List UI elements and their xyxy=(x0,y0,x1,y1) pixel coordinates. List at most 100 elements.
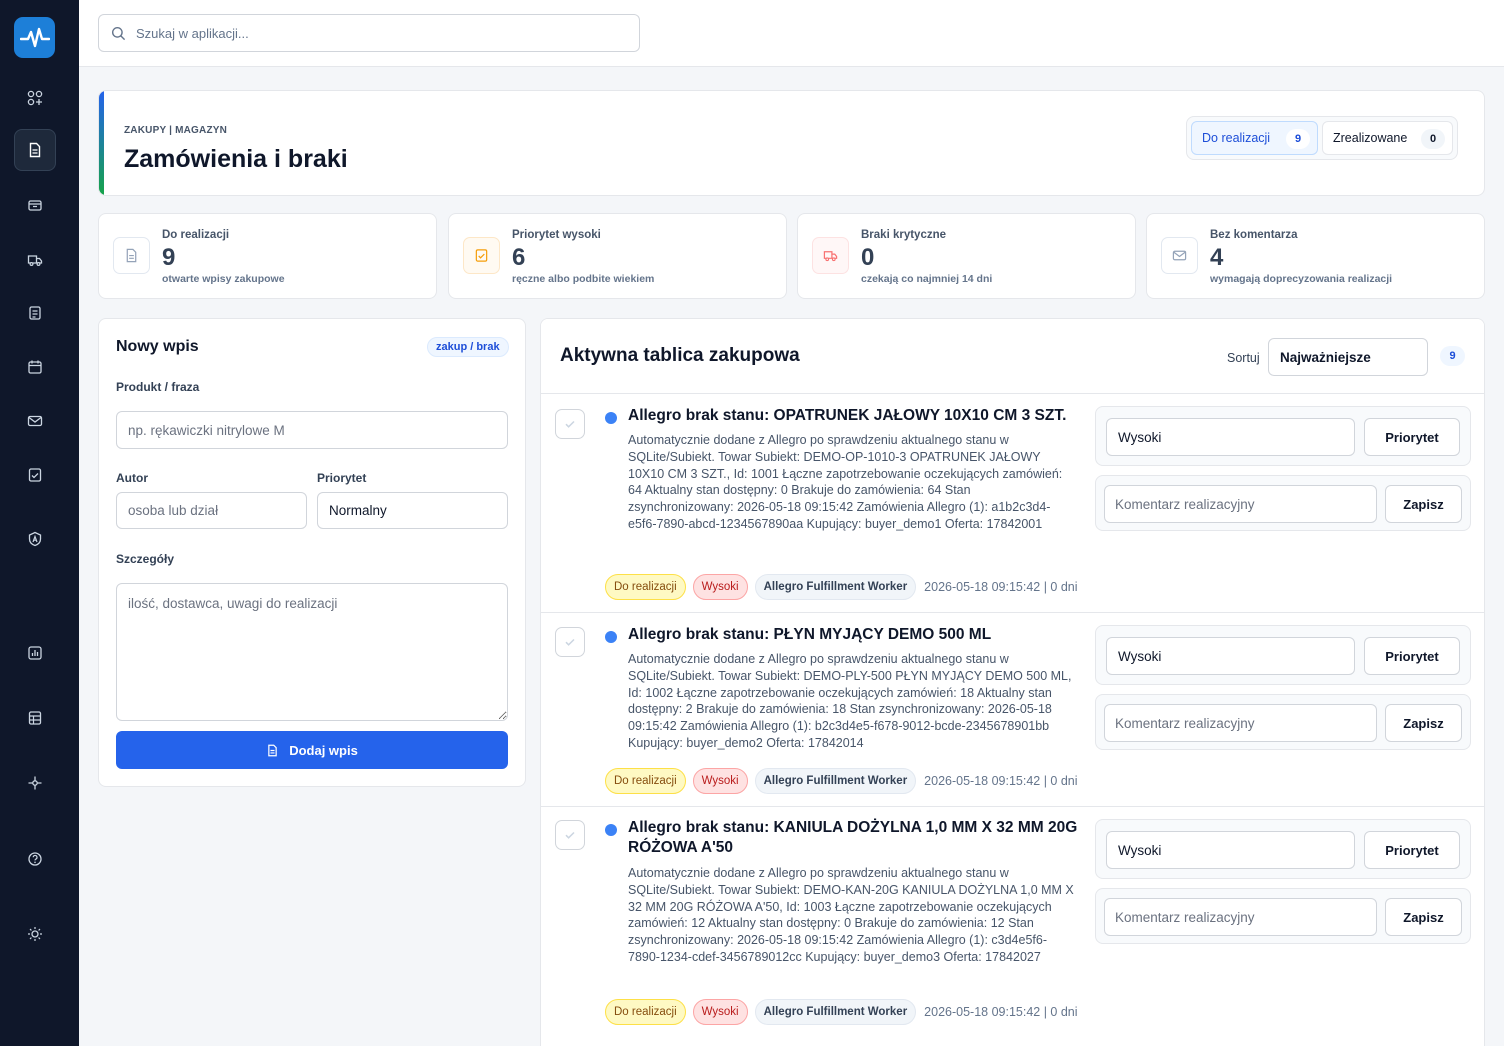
set-priority-button[interactable]: Priorytet xyxy=(1364,637,1460,675)
priority-badge: Wysoki xyxy=(692,768,748,794)
comment-input[interactable] xyxy=(1104,704,1377,742)
search-input[interactable] xyxy=(136,25,616,41)
tab-done[interactable]: Zrealizowane 0 xyxy=(1322,121,1453,155)
sidebar-item-table[interactable] xyxy=(14,697,56,739)
worker-badge: Allegro Fulfillment Worker xyxy=(754,999,917,1025)
add-entry-button[interactable]: Dodaj wpis xyxy=(116,731,508,769)
stat-value: 9 xyxy=(162,244,176,271)
app-logo[interactable] xyxy=(14,17,55,58)
stat-value: 0 xyxy=(861,244,875,271)
board-title: Aktywna tablica zakupowa xyxy=(560,345,800,366)
sidebar-item-shipping[interactable] xyxy=(14,239,56,281)
truck-icon xyxy=(823,251,838,262)
save-comment-button[interactable]: Zapisz xyxy=(1385,704,1462,742)
priority-select[interactable]: Wysoki xyxy=(1106,637,1355,675)
complete-checkbox[interactable] xyxy=(555,627,585,657)
sidebar-item-allegro[interactable] xyxy=(14,518,56,560)
sort-select[interactable]: Najważniejsze xyxy=(1268,338,1428,376)
item-title: Allegro brak stanu: KANIULA DOŻYLNA 1,0 … xyxy=(628,819,1078,856)
table-icon xyxy=(28,711,42,725)
search-icon xyxy=(111,26,126,40)
sun-icon xyxy=(28,927,42,941)
pulse-icon xyxy=(19,27,50,47)
document-icon xyxy=(126,248,137,263)
priority-label: Priorytet xyxy=(317,471,367,485)
priority-control: Wysoki Priorytet xyxy=(1095,625,1471,685)
topbar xyxy=(79,0,1504,67)
item-description: Automatycznie dodane z Allegro po sprawd… xyxy=(628,866,1074,964)
board-item: Allegro brak stanu: PŁYN MYJĄCY DEMO 500… xyxy=(541,613,1484,807)
status-dot xyxy=(605,412,617,424)
status-dot xyxy=(605,824,617,836)
status-badge: Do realizacji xyxy=(605,999,686,1025)
search-box[interactable] xyxy=(98,14,640,52)
sidebar xyxy=(0,0,79,1046)
details-textarea[interactable] xyxy=(116,583,508,721)
badge-a-icon xyxy=(28,531,42,547)
sidebar-item-inventory[interactable] xyxy=(14,184,56,226)
item-meta: 2026-05-18 09:15:42 | 0 dni xyxy=(924,1005,1078,1019)
status-filter: Do realizacji 9 Zrealizowane 0 xyxy=(1186,116,1458,160)
check-icon xyxy=(565,420,575,428)
worker-badge: Allegro Fulfillment Worker xyxy=(754,768,917,794)
sidebar-item-calendar[interactable] xyxy=(14,346,56,388)
status-badge: Do realizacji xyxy=(605,574,686,600)
stat-icon-box xyxy=(1161,237,1198,274)
new-entry-form: Nowy wpis zakup / brak Produkt / fraza A… xyxy=(98,318,526,787)
sidebar-item-help[interactable] xyxy=(14,838,56,880)
sidebar-item-reports[interactable] xyxy=(14,632,56,674)
product-input[interactable] xyxy=(116,411,508,449)
check-icon xyxy=(565,638,575,646)
box-icon xyxy=(28,200,42,211)
save-comment-button[interactable]: Zapisz xyxy=(1385,485,1462,523)
sidebar-item-tasks[interactable] xyxy=(14,454,56,496)
sidebar-item-messages[interactable] xyxy=(14,400,56,442)
priority-control: Wysoki Priorytet xyxy=(1095,819,1471,879)
item-meta: 2026-05-18 09:15:42 | 0 dni xyxy=(924,774,1078,788)
priority-select[interactable]: Wysoki xyxy=(1106,831,1355,869)
comment-input[interactable] xyxy=(1104,485,1377,523)
breadcrumb: ZAKUPY | MAGAZYN xyxy=(124,125,228,136)
status-badge: Do realizacji xyxy=(605,768,686,794)
sidebar-item-dashboard[interactable] xyxy=(14,77,56,119)
sidebar-item-documents[interactable] xyxy=(14,292,56,334)
page-header: ZAKUPY | MAGAZYN Zamówienia i braki Do r… xyxy=(98,90,1485,196)
set-priority-button[interactable]: Priorytet xyxy=(1364,418,1460,456)
author-label: Autor xyxy=(116,471,148,485)
author-input[interactable] xyxy=(116,492,307,529)
sidebar-item-integrations[interactable] xyxy=(14,762,56,804)
item-tags: Do realizacji Wysoki Allegro Fulfillment… xyxy=(605,999,1078,1025)
tab-to-do[interactable]: Do realizacji 9 xyxy=(1191,121,1318,155)
board-count-badge: 9 xyxy=(1440,346,1465,366)
set-priority-button[interactable]: Priorytet xyxy=(1364,831,1460,869)
priority-select[interactable]: Wysoki xyxy=(1106,418,1355,456)
stat-card-no-comment: Bez komentarza 4 wymagają doprecyzowania… xyxy=(1146,213,1485,299)
tab-label: Zrealizowane xyxy=(1333,131,1408,145)
stat-value: 4 xyxy=(1210,244,1224,271)
stat-card-high-priority: Priorytet wysoki 6 ręczne albo podbite w… xyxy=(448,213,787,299)
product-label: Produkt / fraza xyxy=(116,380,200,394)
priority-badge: Wysoki xyxy=(692,999,748,1025)
stat-icon-box xyxy=(812,237,849,274)
board-header: Aktywna tablica zakupowa Sortuj Najważni… xyxy=(541,319,1484,394)
stat-label: Priorytet wysoki xyxy=(512,229,601,241)
priority-control: Wysoki Priorytet xyxy=(1095,406,1471,466)
theme-toggle[interactable] xyxy=(14,913,56,955)
chart-icon xyxy=(28,646,42,660)
checklist-icon xyxy=(28,468,42,482)
save-comment-button[interactable]: Zapisz xyxy=(1385,898,1462,936)
calendar-icon xyxy=(28,360,42,374)
comment-input[interactable] xyxy=(1104,898,1377,936)
stat-card-critical: Braki krytyczne 0 czekają co najmniej 14… xyxy=(797,213,1136,299)
comment-control: Zapisz xyxy=(1095,475,1471,531)
stat-label: Do realizacji xyxy=(162,229,230,241)
purchase-board: Aktywna tablica zakupowa Sortuj Najważni… xyxy=(540,318,1485,1046)
sort-label: Sortuj xyxy=(1227,351,1260,365)
sidebar-item-orders[interactable] xyxy=(14,129,56,171)
priority-badge: Wysoki xyxy=(692,574,748,600)
stat-icon-box xyxy=(463,237,500,274)
complete-checkbox[interactable] xyxy=(555,409,585,439)
priority-select[interactable]: Normalny xyxy=(317,492,508,529)
complete-checkbox[interactable] xyxy=(555,820,585,850)
stat-label: Bez komentarza xyxy=(1210,229,1298,241)
